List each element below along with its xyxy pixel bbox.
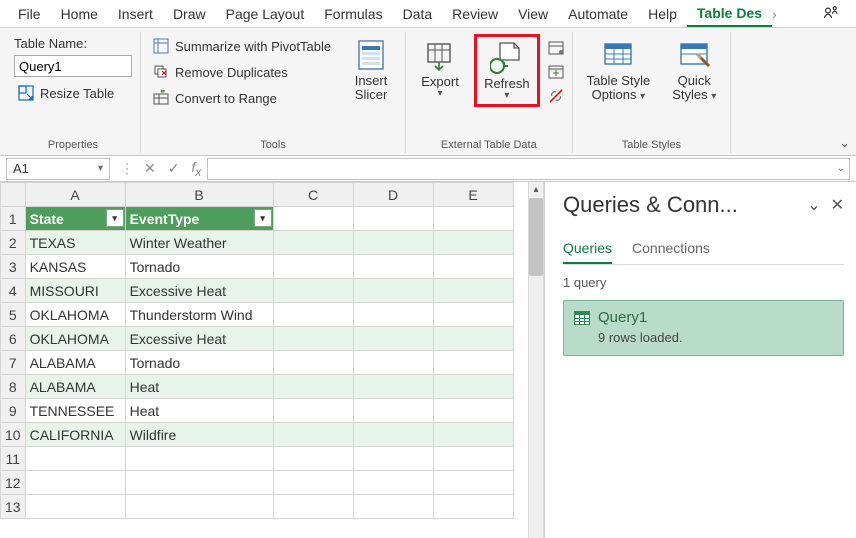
group-properties-label: Properties <box>14 137 132 153</box>
group-tools-label: Tools <box>149 137 397 153</box>
row-header[interactable]: 1 <box>1 207 26 231</box>
ribbon-content: Table Name: Resize Table Properties Summ… <box>0 28 856 156</box>
scroll-up-icon[interactable]: ▴ <box>529 182 543 198</box>
query-item-status: 9 rows loaded. <box>598 330 833 345</box>
tab-draw[interactable]: Draw <box>163 2 216 26</box>
table-row[interactable]: 1 State▾ EventType▾ <box>1 207 514 231</box>
vertical-scrollbar[interactable]: ▴ <box>528 182 544 538</box>
formula-bar: A1 ▾ ⋮ ✕ ✓ fx ⌄ <box>0 156 856 182</box>
col-header-B[interactable]: B <box>125 183 273 207</box>
sheet-area: A B C D E 1 State▾ EventType▾ 2TEXASWint… <box>0 182 544 538</box>
table-header-state[interactable]: State▾ <box>25 207 125 231</box>
spreadsheet[interactable]: A B C D E 1 State▾ EventType▾ 2TEXASWint… <box>0 182 514 519</box>
overflow-indicator: › <box>772 6 777 22</box>
table-row[interactable]: 2TEXASWinter Weather <box>1 231 514 255</box>
tab-data[interactable]: Data <box>393 2 443 26</box>
table-style-options-button[interactable]: Table StyleOptions ▾ <box>581 36 657 105</box>
refresh-button[interactable]: Refresh ▾ <box>476 36 538 105</box>
table-row[interactable]: 4MISSOURIExcessive Heat <box>1 279 514 303</box>
separator: ⋮ <box>120 160 134 177</box>
table-row[interactable]: 9TENNESSEEHeat <box>1 399 514 423</box>
group-external-data: Export ▾ Refresh ▾ External Table Data <box>406 32 573 153</box>
name-box[interactable]: A1 ▾ <box>6 158 110 180</box>
name-box-value: A1 <box>13 161 29 176</box>
tab-formulas[interactable]: Formulas <box>314 2 392 26</box>
insert-slicer-button[interactable]: InsertSlicer <box>345 36 397 105</box>
group-properties: Table Name: Resize Table Properties <box>6 32 141 153</box>
queries-connections-panel: Queries & Conn... ⌄ ✕ Queries Connection… <box>544 182 856 538</box>
table-row[interactable]: 10CALIFORNIAWildfire <box>1 423 514 447</box>
table-row[interactable]: 11 <box>1 447 514 471</box>
table-icon <box>574 311 590 325</box>
fx-icon[interactable]: fx <box>185 159 207 179</box>
select-all-corner[interactable] <box>1 183 26 207</box>
query-count: 1 query <box>563 275 844 290</box>
scroll-thumb[interactable] <box>529 198 543 276</box>
tab-table-design[interactable]: Table Des <box>687 1 772 27</box>
export-button[interactable]: Export ▾ <box>414 36 466 101</box>
query-item-title: Query1 <box>598 309 647 326</box>
remove-dups-label: Remove Duplicates <box>175 65 288 80</box>
enter-icon[interactable]: ✓ <box>162 160 186 177</box>
open-browser-icon[interactable] <box>548 64 564 80</box>
remove-duplicates-button[interactable]: Remove Duplicates <box>149 62 335 82</box>
table-row[interactable]: 5OKLAHOMAThunderstorm Wind <box>1 303 514 327</box>
panel-tab-connections[interactable]: Connections <box>632 236 710 264</box>
col-header-E[interactable]: E <box>433 183 513 207</box>
convert-label: Convert to Range <box>175 91 277 106</box>
resize-table-label: Resize Table <box>40 86 114 101</box>
filter-icon[interactable]: ▾ <box>106 209 124 227</box>
tab-insert[interactable]: Insert <box>108 2 163 26</box>
group-styles-label: Table Styles <box>581 137 723 153</box>
chevron-down-icon: ⌄ <box>837 163 845 174</box>
tab-view[interactable]: View <box>508 2 558 26</box>
cancel-icon[interactable]: ✕ <box>138 160 162 177</box>
panel-tab-queries[interactable]: Queries <box>563 236 612 264</box>
export-label: Export <box>421 74 459 89</box>
tab-page-layout[interactable]: Page Layout <box>216 2 315 26</box>
query-item[interactable]: Query1 9 rows loaded. <box>563 300 844 356</box>
tab-review[interactable]: Review <box>442 2 508 26</box>
table-header-eventtype[interactable]: EventType▾ <box>125 207 273 231</box>
unlink-icon[interactable] <box>548 88 564 104</box>
ribbon-tabs: File Home Insert Draw Page Layout Formul… <box>0 0 856 28</box>
tab-help[interactable]: Help <box>638 2 687 26</box>
table-row[interactable]: 12 <box>1 471 514 495</box>
chevron-down-icon[interactable]: ⌄ <box>807 195 820 215</box>
col-header-C[interactable]: C <box>273 183 353 207</box>
chevron-down-icon: ▾ <box>504 91 509 101</box>
panel-title: Queries & Conn... <box>563 192 797 218</box>
table-row[interactable]: 13 <box>1 495 514 519</box>
group-external-label: External Table Data <box>414 137 564 153</box>
quick-styles-button[interactable]: QuickStyles ▾ <box>666 36 722 105</box>
col-header-A[interactable]: A <box>25 183 125 207</box>
group-tools: Summarize with PivotTable Remove Duplica… <box>141 32 406 153</box>
table-row[interactable]: 6OKLAHOMAExcessive Heat <box>1 327 514 351</box>
table-row[interactable]: 7ALABAMATornado <box>1 351 514 375</box>
summarize-pivot-button[interactable]: Summarize with PivotTable <box>149 36 335 56</box>
resize-table-button[interactable]: Resize Table <box>14 83 132 103</box>
filter-icon[interactable]: ▾ <box>254 209 272 227</box>
col-header-D[interactable]: D <box>353 183 433 207</box>
tab-file[interactable]: File <box>8 2 51 26</box>
convert-to-range-button[interactable]: Convert to Range <box>149 88 335 108</box>
table-row[interactable]: 8ALABAMAHeat <box>1 375 514 399</box>
chevron-down-icon: ▾ <box>438 89 443 99</box>
tab-home[interactable]: Home <box>51 2 108 26</box>
table-name-label: Table Name: <box>14 36 132 51</box>
table-row[interactable]: 3KANSASTornado <box>1 255 514 279</box>
group-table-styles: Table StyleOptions ▾ QuickStyles ▾ Table… <box>573 32 732 153</box>
close-icon[interactable]: ✕ <box>831 195 844 215</box>
summarize-label: Summarize with PivotTable <box>175 39 331 54</box>
table-name-input[interactable] <box>14 55 132 77</box>
properties-icon[interactable] <box>548 40 564 56</box>
tab-automate[interactable]: Automate <box>558 2 638 26</box>
collapse-ribbon-icon[interactable]: ⌄ <box>839 135 850 151</box>
main-area: A B C D E 1 State▾ EventType▾ 2TEXASWint… <box>0 182 856 538</box>
refresh-label: Refresh <box>484 76 530 91</box>
chevron-down-icon: ▾ <box>98 163 103 174</box>
formula-input[interactable]: ⌄ <box>207 158 850 180</box>
share-icon[interactable] <box>814 0 848 28</box>
